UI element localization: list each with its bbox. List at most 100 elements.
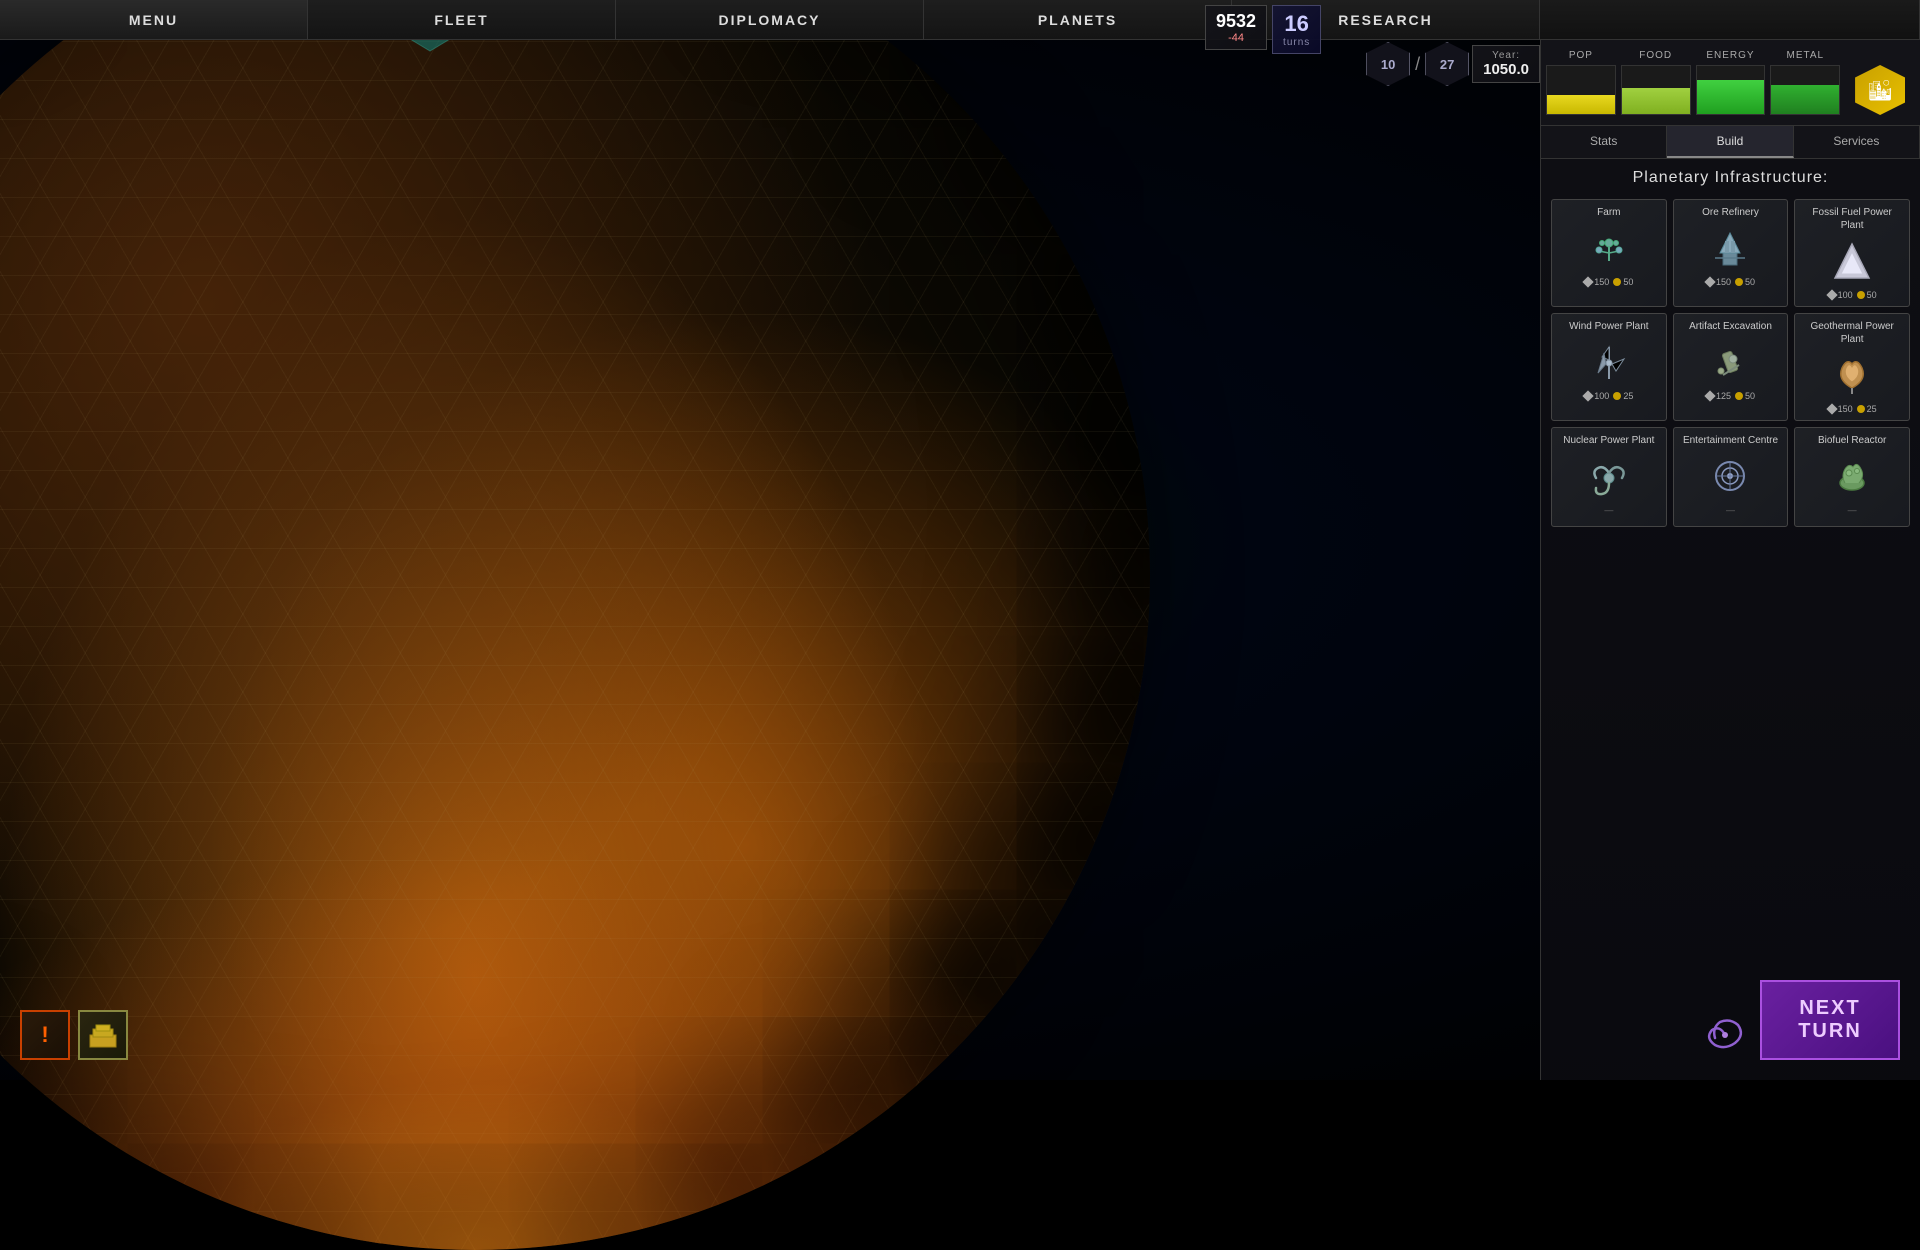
fossil-fuel-name: Fossil Fuel Power Plant xyxy=(1801,206,1903,232)
year-value: 1050.0 xyxy=(1483,61,1529,78)
coin-icon xyxy=(1613,392,1621,400)
building-nuclear[interactable]: Nuclear Power Plant — xyxy=(1551,427,1667,527)
metal-bar xyxy=(1770,65,1840,115)
hud-turns-block: 16 turns xyxy=(1272,5,1321,54)
pop-bar-fill xyxy=(1547,95,1615,114)
geothermal-icon xyxy=(1827,350,1877,400)
turns-value: 16 xyxy=(1284,11,1308,37)
entertainment-cost-placeholder: — xyxy=(1726,505,1735,515)
nuclear-cost-placeholder: — xyxy=(1604,505,1613,515)
ore-refinery-cost-mineral: 150 xyxy=(1706,277,1731,287)
biofuel-icon xyxy=(1827,451,1877,501)
farm-costs: 150 50 xyxy=(1584,277,1633,287)
wind-power-costs: 100 25 xyxy=(1584,391,1633,401)
building-wind-power[interactable]: Wind Power Plant 100 xyxy=(1551,313,1667,421)
building-ore-refinery[interactable]: Ore Refinery 150 xyxy=(1673,199,1789,307)
energy-bar xyxy=(1696,65,1766,115)
tab-services[interactable]: Services xyxy=(1794,126,1920,158)
building-artifact-excavation[interactable]: Artifact Excavation 125 xyxy=(1673,313,1789,421)
top-navigation: MENU FLEET DIPLOMACY PLANETS RESEARCH xyxy=(0,0,1920,40)
wind-power-icon xyxy=(1584,337,1634,387)
tab-build[interactable]: Build xyxy=(1667,126,1793,158)
nuclear-icon xyxy=(1584,451,1634,501)
ore-refinery-name: Ore Refinery xyxy=(1702,206,1759,219)
geothermal-costs: 150 25 xyxy=(1828,404,1877,414)
nav-menu[interactable]: MENU xyxy=(0,0,308,39)
hex-current: 10 xyxy=(1366,42,1410,86)
diamond-icon xyxy=(1583,390,1594,401)
geothermal-cost-credits: 25 xyxy=(1857,404,1877,414)
ore-refinery-icon xyxy=(1705,223,1755,273)
hex-separator: / xyxy=(1413,54,1422,75)
building-grid: Farm 150 xyxy=(1551,199,1910,527)
food-bar-fill xyxy=(1622,88,1690,114)
building-entertainment[interactable]: Entertainment Centre — xyxy=(1673,427,1789,527)
resource-food: FOOD xyxy=(1621,50,1691,115)
farm-cost-credits: 50 xyxy=(1613,277,1633,287)
coin-icon xyxy=(1857,405,1865,413)
credits-value: 9532 xyxy=(1216,11,1256,32)
nav-fleet[interactable]: FLEET xyxy=(308,0,616,39)
next-turn-line2: TURN xyxy=(1798,1020,1862,1043)
nav-diplomacy[interactable]: DIPLOMACY xyxy=(616,0,924,39)
farm-cost-mineral: 150 xyxy=(1584,277,1609,287)
food-label: FOOD xyxy=(1639,50,1672,61)
year-label: Year: xyxy=(1483,50,1529,61)
planet-view[interactable] xyxy=(0,0,1150,1250)
hex-count-display: 10 / 27 Year: 1050.0 xyxy=(1366,42,1540,86)
geothermal-cost-mineral: 150 xyxy=(1828,404,1853,414)
biofuel-costs: — xyxy=(1848,505,1857,515)
nuclear-name: Nuclear Power Plant xyxy=(1563,434,1654,447)
hud-credits-block: 9532 -44 xyxy=(1205,5,1267,50)
pop-label: POP xyxy=(1569,50,1593,61)
fossil-fuel-costs: 100 50 xyxy=(1828,290,1877,300)
building-geothermal[interactable]: Geothermal Power Plant 150 25 xyxy=(1794,313,1910,421)
fossil-fuel-cost-mineral: 100 xyxy=(1828,290,1853,300)
energy-bar-fill xyxy=(1697,80,1765,114)
turns-label: turns xyxy=(1283,37,1310,48)
bottom-left-hud: ! xyxy=(20,1010,128,1060)
coin-icon xyxy=(1857,291,1865,299)
galaxy-icon xyxy=(1700,1010,1750,1060)
wind-power-cost-credits: 25 xyxy=(1613,391,1633,401)
building-biofuel[interactable]: Biofuel Reactor — xyxy=(1794,427,1910,527)
biofuel-name: Biofuel Reactor xyxy=(1818,434,1886,447)
geothermal-name: Geothermal Power Plant xyxy=(1801,320,1903,346)
city-icon: 🏙 xyxy=(1855,65,1905,115)
pop-bar xyxy=(1546,65,1616,115)
resource-city-icon: 🏙 xyxy=(1845,50,1915,115)
diamond-icon xyxy=(1826,403,1837,414)
tab-stats[interactable]: Stats xyxy=(1541,126,1667,158)
panel-title: Planetary Infrastructure: xyxy=(1551,169,1910,187)
right-panel: POP FOOD ENERGY METAL 🏙 xyxy=(1540,40,1920,1080)
year-display: Year: 1050.0 xyxy=(1472,45,1540,83)
building-fossil-fuel[interactable]: Fossil Fuel Power Plant 100 50 xyxy=(1794,199,1910,307)
diamond-icon xyxy=(1826,289,1837,300)
fossil-fuel-cost-credits: 50 xyxy=(1857,290,1877,300)
energy-label: ENERGY xyxy=(1706,50,1754,61)
farm-icon xyxy=(1584,223,1634,273)
building-farm[interactable]: Farm 150 xyxy=(1551,199,1667,307)
resource-bar: POP FOOD ENERGY METAL 🏙 xyxy=(1541,40,1920,126)
coin-icon xyxy=(1735,278,1743,286)
next-turn-button[interactable]: NEXT TURN xyxy=(1760,980,1900,1060)
wind-power-cost-mineral: 100 xyxy=(1584,391,1609,401)
build-queue-button[interactable] xyxy=(78,1010,128,1060)
nav-planets[interactable]: PLANETS xyxy=(924,0,1232,39)
diamond-icon xyxy=(1704,390,1715,401)
wind-power-name: Wind Power Plant xyxy=(1569,320,1648,333)
metal-label: METAL xyxy=(1786,50,1824,61)
entertainment-icon xyxy=(1705,451,1755,501)
credits-delta: -44 xyxy=(1228,32,1244,44)
panel-content[interactable]: Planetary Infrastructure: Farm xyxy=(1541,159,1920,1080)
food-bar xyxy=(1621,65,1691,115)
next-turn-line1: NEXT xyxy=(1799,997,1860,1020)
hex-max: 27 xyxy=(1425,42,1469,86)
artifact-excavation-name: Artifact Excavation xyxy=(1689,320,1772,333)
artifact-excavation-cost-credits: 50 xyxy=(1735,391,1755,401)
entertainment-costs: — xyxy=(1726,505,1735,515)
entertainment-name: Entertainment Centre xyxy=(1683,434,1778,447)
city-label xyxy=(1878,50,1882,61)
alert-button[interactable]: ! xyxy=(20,1010,70,1060)
resource-energy: ENERGY xyxy=(1696,50,1766,115)
